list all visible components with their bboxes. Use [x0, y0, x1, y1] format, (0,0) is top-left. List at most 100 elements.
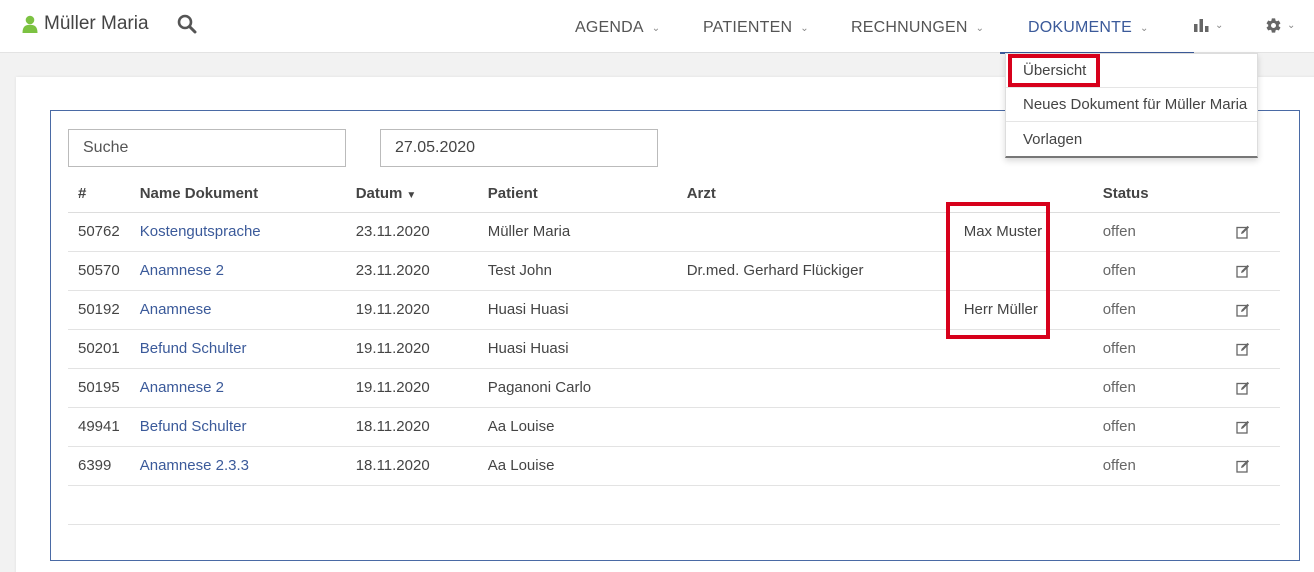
date-filter-input[interactable] — [380, 129, 658, 167]
doc-patient: Test John — [477, 251, 677, 291]
doc-arzt — [676, 446, 954, 486]
doc-extra: Max Muster — [953, 212, 1093, 252]
column-header-status[interactable]: Status — [1092, 176, 1226, 213]
table-spacer-cell — [68, 485, 1280, 525]
menu-item-new-document[interactable]: Neues Dokument für Müller Maria — [1006, 88, 1257, 122]
patient-name: Müller Maria — [44, 13, 149, 34]
table-row[interactable]: 49941 Befund Schulter 18.11.2020 Aa Loui… — [68, 407, 1280, 447]
nav-statistics[interactable]: ⌄ — [1193, 17, 1223, 33]
menu-item-vorlagen[interactable]: Vorlagen — [1006, 122, 1257, 156]
doc-patient: Huasi Huasi — [477, 290, 677, 330]
nav-patienten[interactable]: PATIENTEN ⌄ — [703, 19, 809, 37]
chevron-down-icon: ⌄ — [975, 22, 985, 34]
column-header-date[interactable]: Datum ▼ — [345, 176, 478, 213]
doc-date: 18.11.2020 — [345, 446, 478, 486]
doc-extra — [953, 329, 1093, 369]
doc-arzt — [676, 212, 954, 252]
column-header-arzt[interactable]: Arzt — [676, 176, 954, 213]
doc-id: 50762 — [68, 212, 130, 252]
nav-agenda-label: AGENDA — [575, 19, 644, 36]
doc-date: 23.11.2020 — [345, 212, 478, 252]
column-header-date-label: Datum — [355, 185, 403, 203]
edit-icon[interactable] — [1236, 459, 1250, 473]
doc-actions — [1225, 290, 1280, 330]
doc-date: 19.11.2020 — [345, 329, 478, 369]
edit-icon[interactable] — [1236, 420, 1250, 434]
doc-name-link[interactable]: Befund Schulter — [129, 329, 346, 369]
table-row[interactable]: 50570 Anamnese 2 23.11.2020 Test John Dr… — [68, 251, 1280, 291]
menu-item-uebersicht[interactable]: Übersicht — [1006, 54, 1257, 88]
search-input[interactable] — [68, 129, 346, 167]
column-header-actions — [1225, 176, 1280, 213]
doc-name-link[interactable]: Anamnese 2.3.3 — [129, 446, 346, 486]
nav-patienten-label: PATIENTEN — [703, 19, 793, 36]
nav-rechnungen[interactable]: RECHNUNGEN ⌄ — [851, 19, 984, 37]
doc-extra: Herr Müller — [953, 290, 1093, 330]
user-icon — [22, 15, 38, 33]
doc-name-link[interactable]: Kostengutsprache — [129, 212, 346, 252]
doc-status: offen — [1092, 290, 1226, 330]
doc-extra — [953, 407, 1093, 447]
table-row[interactable]: 50201 Befund Schulter 19.11.2020 Huasi H… — [68, 329, 1280, 369]
nav-settings[interactable]: ⌄ — [1265, 17, 1295, 34]
doc-status: offen — [1092, 407, 1226, 447]
search-icon[interactable] — [177, 14, 197, 34]
nav-dokumente[interactable]: DOKUMENTE ⌄ — [1000, 19, 1194, 54]
chevron-down-icon: ⌄ — [1287, 20, 1296, 31]
table-row[interactable]: 50192 Anamnese 19.11.2020 Huasi Huasi He… — [68, 290, 1280, 330]
doc-patient: Aa Louise — [477, 407, 677, 447]
doc-extra — [953, 446, 1093, 486]
doc-actions — [1225, 368, 1280, 408]
edit-icon[interactable] — [1236, 264, 1250, 278]
documents-panel: # Name Dokument Datum▼ Patient Arzt Stat… — [50, 110, 1300, 561]
doc-status: offen — [1092, 251, 1226, 291]
chevron-down-icon: ⌄ — [1140, 22, 1149, 34]
doc-status: offen — [1092, 329, 1226, 369]
table-row[interactable]: 50762 Kostengutsprache 23.11.2020 Müller… — [68, 212, 1280, 252]
edit-icon[interactable] — [1236, 342, 1250, 356]
doc-extra — [953, 368, 1093, 408]
doc-status: offen — [1092, 446, 1226, 486]
nav-agenda[interactable]: AGENDA ⌄ — [575, 19, 660, 37]
column-header-name[interactable]: Name Dokument — [129, 176, 346, 213]
bar-chart-icon — [1194, 19, 1209, 32]
doc-name-link[interactable]: Befund Schulter — [129, 407, 346, 447]
doc-date: 23.11.2020 — [345, 251, 478, 291]
doc-date: 18.11.2020 — [345, 407, 478, 447]
doc-extra — [953, 251, 1093, 291]
table-spacer-row — [68, 485, 1280, 525]
doc-patient: Paganoni Carlo — [477, 368, 677, 408]
doc-id: 49941 — [68, 407, 130, 447]
column-header-id[interactable]: # — [68, 176, 130, 213]
gear-icon — [1266, 18, 1281, 33]
doc-status: offen — [1092, 368, 1226, 408]
chevron-down-icon: ⌄ — [1215, 19, 1224, 31]
doc-actions — [1225, 407, 1280, 447]
doc-name-link[interactable]: Anamnese 2 — [129, 368, 346, 408]
edit-icon[interactable] — [1236, 225, 1250, 239]
nav-rechnungen-label: RECHNUNGEN — [851, 19, 968, 36]
doc-arzt — [676, 407, 954, 447]
doc-arzt — [676, 329, 954, 369]
doc-id: 50192 — [68, 290, 130, 330]
current-patient[interactable]: Müller Maria — [22, 13, 149, 35]
doc-actions — [1225, 212, 1280, 252]
doc-status: offen — [1092, 212, 1226, 252]
doc-id: 50201 — [68, 329, 130, 369]
doc-id: 6399 — [68, 446, 130, 486]
doc-arzt: Dr.med. Gerhard Flückiger — [676, 251, 954, 291]
edit-icon[interactable] — [1236, 381, 1250, 395]
sort-desc-icon: ▼ — [406, 190, 417, 202]
doc-id: 50570 — [68, 251, 130, 291]
doc-name-link[interactable]: Anamnese — [129, 290, 346, 330]
doc-id: 50195 — [68, 368, 130, 408]
column-header-patient[interactable]: Patient — [477, 176, 677, 213]
table-row[interactable]: 50195 Anamnese 2 19.11.2020 Paganoni Car… — [68, 368, 1280, 408]
edit-icon[interactable] — [1236, 303, 1250, 317]
doc-name-link[interactable]: Anamnese 2 — [129, 251, 346, 291]
doc-date: 19.11.2020 — [345, 290, 478, 330]
doc-actions — [1225, 446, 1280, 486]
table-row[interactable]: 6399 Anamnese 2.3.3 18.11.2020 Aa Louise… — [68, 446, 1280, 486]
doc-actions — [1225, 251, 1280, 291]
doc-arzt — [676, 368, 954, 408]
